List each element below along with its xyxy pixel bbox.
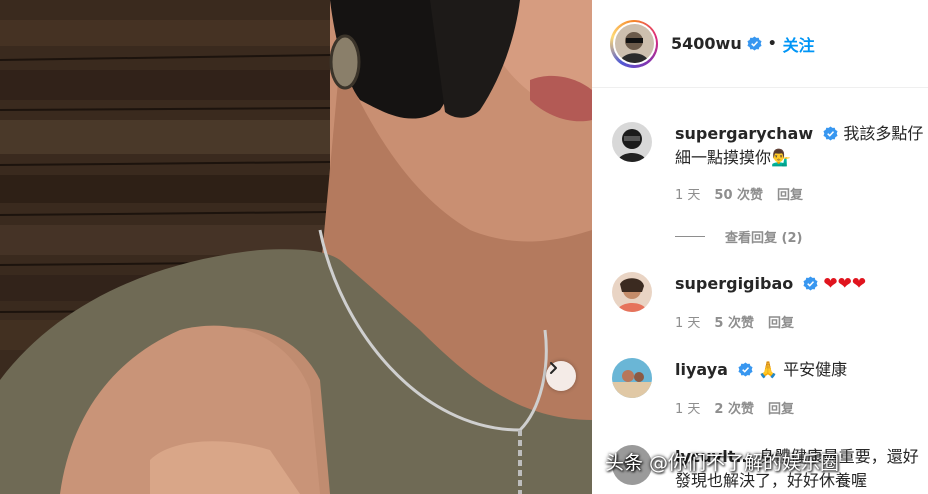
comment-likes[interactable]: 50 次赞: [714, 184, 763, 203]
comment-meta: 1 天 50 次赞 回复: [675, 184, 803, 203]
comment-username[interactable]: supergigibao: [675, 274, 793, 293]
view-replies-button[interactable]: 查看回复 (2): [675, 227, 802, 246]
comment-likes[interactable]: 5 次赞: [714, 312, 754, 331]
comment-username[interactable]: liyaya: [675, 360, 728, 379]
comment-meta: 1 天 2 次赞 回复: [675, 398, 794, 417]
post-header: 5400wu • 关注: [592, 0, 928, 88]
comment-time: 1 天: [675, 316, 701, 331]
post-sidebar: 5400wu • 关注 supergarychaw 我該多點仔細一點摸摸你💁‍♂…: [592, 0, 928, 494]
comment-meta: 1 天 5 次赞 回复: [675, 312, 794, 331]
comment-text: 平安健康: [783, 360, 848, 379]
commenter-avatar[interactable]: [612, 122, 652, 162]
reply-button[interactable]: 回复: [768, 398, 794, 417]
author-avatar-image: [614, 24, 654, 63]
author-avatar[interactable]: [610, 19, 658, 68]
praying-hands-icon: 🙏: [758, 360, 779, 379]
reply-button[interactable]: 回复: [777, 184, 803, 203]
comment-username[interactable]: supergarychaw: [675, 124, 813, 143]
comment-time: 1 天: [675, 188, 701, 203]
divider-line: [675, 236, 705, 237]
follow-button[interactable]: 关注: [783, 32, 815, 56]
verified-badge-icon: [747, 36, 762, 51]
verified-badge-icon: [738, 362, 753, 377]
commenter-avatar[interactable]: [612, 272, 652, 312]
watermark-text: 头条 @你们不了解的娱乐圈: [605, 452, 840, 474]
next-image-button[interactable]: [546, 361, 576, 391]
chevron-right-icon: [550, 362, 557, 374]
comment-likes[interactable]: 2 次赞: [714, 398, 754, 417]
red-heart-icon: ❤❤❤: [823, 274, 867, 294]
comment-time: 1 天: [675, 402, 701, 417]
reply-button[interactable]: 回复: [768, 312, 794, 331]
commenter-avatar[interactable]: [612, 358, 652, 398]
verified-badge-icon: [823, 126, 838, 141]
author-username[interactable]: 5400wu: [671, 34, 742, 53]
person-tipping-hand-icon: 💁‍♂️: [771, 148, 791, 167]
separator-dot: •: [767, 35, 777, 52]
photo-illustration: [0, 0, 592, 494]
verified-badge-icon: [803, 276, 818, 291]
post-photo: [0, 0, 592, 494]
